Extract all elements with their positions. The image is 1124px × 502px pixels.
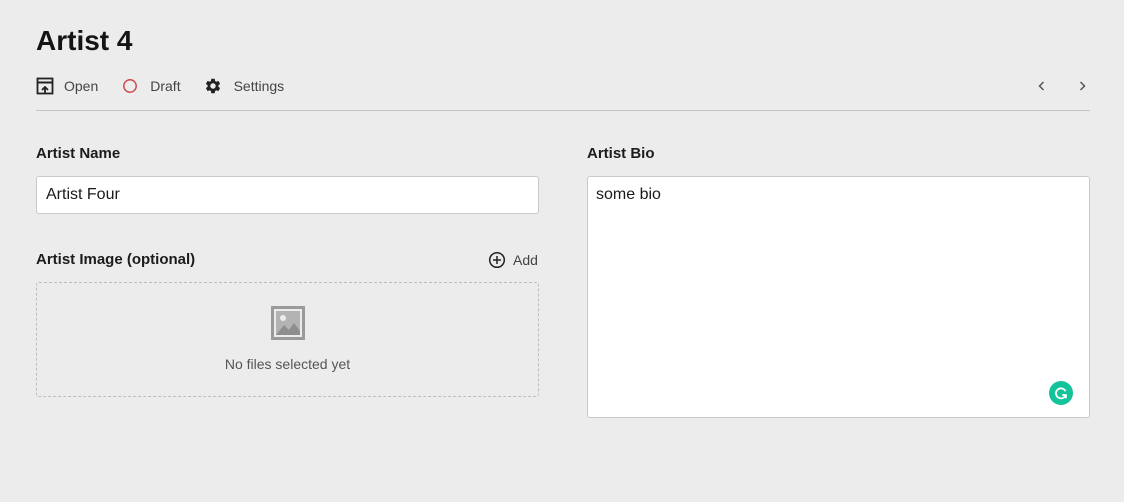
- settings-label: Settings: [233, 78, 285, 94]
- draft-label: Draft: [150, 78, 181, 94]
- page-title: Artist 4: [36, 25, 133, 56]
- artist-name-input[interactable]: [36, 176, 539, 214]
- add-image-label: Add: [513, 252, 538, 268]
- gear-icon: [204, 77, 222, 95]
- plus-circle-icon: [488, 251, 506, 269]
- chevron-right-icon: [1079, 81, 1086, 91]
- image-icon: [271, 306, 305, 340]
- previous-button[interactable]: [1030, 74, 1054, 98]
- open-button[interactable]: Open: [36, 77, 98, 95]
- draft-status-button[interactable]: Draft: [121, 77, 181, 95]
- image-dropzone[interactable]: No files selected yet: [36, 282, 539, 397]
- grammarly-button[interactable]: [1049, 381, 1073, 405]
- add-image-button[interactable]: Add: [488, 250, 538, 270]
- grammarly-icon: [1055, 387, 1067, 400]
- circle-outline-icon: [121, 77, 139, 95]
- next-button[interactable]: [1070, 74, 1094, 98]
- preview-window-icon: [36, 77, 54, 95]
- artist-image-label: Artist Image (optional): [36, 251, 196, 268]
- artist-bio-textarea[interactable]: some bio: [587, 176, 1090, 418]
- artist-name-label: Artist Name: [36, 145, 121, 162]
- chevron-left-icon: [1038, 81, 1045, 91]
- no-files-text: No files selected yet: [224, 356, 351, 372]
- artist-bio-label: Artist Bio: [587, 145, 655, 162]
- settings-button[interactable]: Settings: [204, 77, 285, 95]
- record-navigation: [1030, 74, 1090, 98]
- document-toolbar: Open Draft Settings: [36, 74, 1090, 98]
- open-label: Open: [64, 78, 99, 94]
- toolbar-divider: [36, 110, 1090, 111]
